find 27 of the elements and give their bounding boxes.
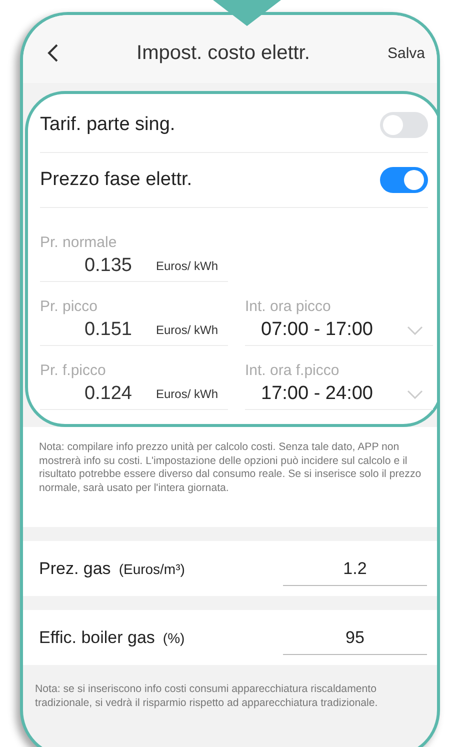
unit-label: (Euros/m³)	[118, 560, 186, 577]
input-field[interactable]: 1.2	[283, 551, 427, 586]
toggle-switch[interactable]	[380, 112, 428, 138]
field-label: Pr. f.picco	[40, 362, 107, 379]
field-label: Int. ora picco	[245, 298, 332, 315]
save-button[interactable]: Salva	[387, 44, 425, 62]
field-label: Pr. picco	[40, 298, 99, 315]
field-label: Pr. normale	[40, 234, 118, 251]
input-field[interactable]: 95	[283, 620, 427, 656]
field-label: Int. ora f.picco	[245, 362, 340, 379]
interval-dropdown[interactable]: 07:00 - 17:00	[245, 315, 433, 346]
back-icon[interactable]	[47, 43, 59, 63]
toggle-label: Tarif. parte sing.	[40, 114, 176, 136]
gas-note: Nota: se si inseriscono info costi consumi apparecchiatura riscaldamento tradizionale, si vedrà il risparmio rispetto ad apparecchiatura tradizionale.	[35, 683, 379, 711]
toggle-label: Prezzo fase elettr.	[40, 169, 192, 191]
screen-title: Impost. costo elettr.	[136, 42, 311, 64]
price-field[interactable]: 0.124 Euros/ kWh	[40, 379, 228, 410]
interval-dropdown[interactable]: 17:00 - 24:00	[245, 379, 433, 410]
toggle-switch[interactable]	[380, 167, 428, 193]
chevron-down-icon	[407, 390, 423, 398]
unit-label: (%)	[162, 630, 186, 646]
price-field[interactable]: 0.135 Euros/ kWh	[40, 251, 228, 282]
chevron-down-icon	[407, 326, 423, 334]
gas-label: Effic. boiler gas	[39, 628, 155, 648]
gas-label: Prez. gas	[39, 558, 111, 579]
price-field[interactable]: 0.151 Euros/ kWh	[40, 315, 228, 346]
price-note: Nota: compilare info prezzo unità per calcolo costi. Senza tale dato, APP non mostrerà info su costi. L'impostazione delle opzioni può incidere sul calcolo e il risultato potrebbe essere diverso dal consumo reale. Se si inserisce solo il prezzo normale, sarà usato per l'intera giornata.	[39, 441, 422, 496]
